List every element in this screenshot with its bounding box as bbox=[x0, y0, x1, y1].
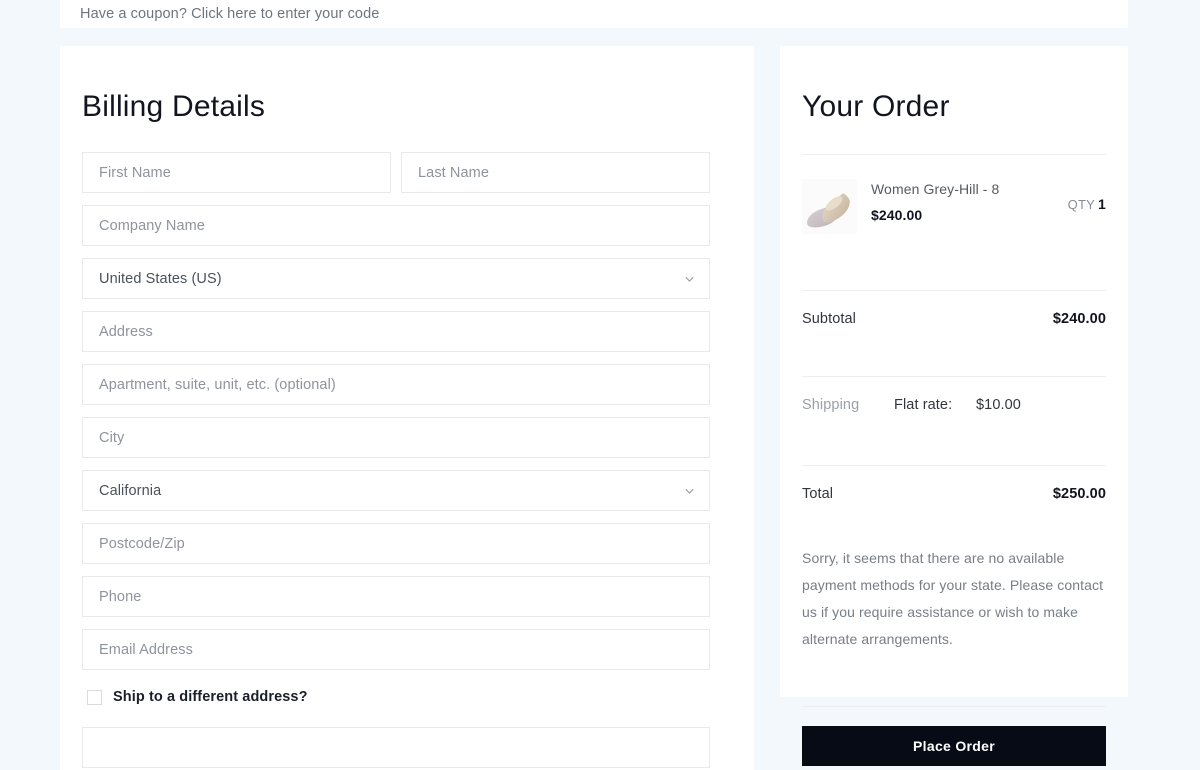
phone-input[interactable]: Phone bbox=[82, 576, 710, 617]
first-name-input[interactable]: First Name bbox=[82, 152, 391, 193]
product-price: $240.00 bbox=[871, 207, 923, 223]
email-input[interactable]: Email Address bbox=[82, 629, 710, 670]
order-summary-card: Your Order Women Grey-Hill - 8 $240.00 Q… bbox=[780, 46, 1128, 766]
billing-title: Billing Details bbox=[82, 90, 266, 123]
place-order-button[interactable]: Place Order bbox=[802, 726, 1106, 766]
ship-different-address-label: Ship to a different address? bbox=[113, 689, 308, 705]
country-field-row: United States (US) bbox=[82, 258, 710, 299]
first-name-placeholder: First Name bbox=[99, 164, 171, 181]
state-field-row: California bbox=[82, 470, 710, 511]
total-row: Total $250.00 bbox=[802, 466, 1106, 521]
product-quantity: QTY 1 bbox=[1068, 179, 1106, 212]
company-name-input[interactable]: Company Name bbox=[82, 205, 710, 246]
subtotal-label: Subtotal bbox=[802, 311, 857, 327]
apartment-placeholder: Apartment, suite, unit, etc. (optional) bbox=[99, 376, 336, 393]
chevron-down-icon bbox=[684, 273, 695, 284]
shipping-label: Shipping bbox=[802, 397, 860, 413]
state-select-value: California bbox=[99, 482, 162, 499]
product-thumbnail bbox=[802, 179, 857, 234]
subtotal-value: $240.00 bbox=[1052, 311, 1106, 327]
shipping-first-name-input[interactable] bbox=[82, 727, 710, 768]
address-placeholder: Address bbox=[99, 323, 153, 340]
billing-details-card: Billing Details First Name Last Name Com… bbox=[60, 46, 754, 770]
postcode-field-row: Postcode/Zip bbox=[82, 523, 710, 564]
last-name-placeholder: Last Name bbox=[418, 164, 490, 181]
address-input[interactable]: Address bbox=[82, 311, 710, 352]
email-placeholder: Email Address bbox=[99, 641, 193, 658]
checkout-page: Have a coupon? Click here to enter your … bbox=[0, 0, 1200, 770]
quantity-label: QTY bbox=[1067, 197, 1095, 212]
company-field-row: Company Name bbox=[82, 205, 710, 246]
shipping-first-field-row bbox=[82, 727, 710, 768]
place-order-wrap: Place Order bbox=[802, 707, 1106, 766]
postcode-placeholder: Postcode/Zip bbox=[99, 535, 185, 552]
company-name-placeholder: Company Name bbox=[99, 217, 205, 234]
email-field-row: Email Address bbox=[82, 629, 710, 670]
shipping-amount: $10.00 bbox=[976, 397, 1021, 413]
last-name-input[interactable]: Last Name bbox=[401, 152, 710, 193]
coupon-link[interactable]: Have a coupon? Click here to enter your … bbox=[80, 6, 379, 22]
city-input[interactable]: City bbox=[82, 417, 710, 458]
coupon-card: Have a coupon? Click here to enter your … bbox=[60, 0, 1128, 28]
subtotal-row: Subtotal $240.00 bbox=[802, 291, 1106, 346]
address2-field-row: Apartment, suite, unit, etc. (optional) bbox=[82, 364, 710, 405]
total-value: $250.00 bbox=[1052, 486, 1106, 502]
country-select[interactable]: United States (US) bbox=[82, 258, 710, 299]
state-select[interactable]: California bbox=[82, 470, 710, 511]
apartment-input[interactable]: Apartment, suite, unit, etc. (optional) bbox=[82, 364, 710, 405]
phone-placeholder: Phone bbox=[99, 588, 142, 605]
address-field-row: Address bbox=[82, 311, 710, 352]
total-label: Total bbox=[802, 486, 834, 502]
payment-unavailable-notice: Sorry, it seems that there are no availa… bbox=[802, 550, 1104, 647]
quantity-value: 1 bbox=[1098, 196, 1106, 212]
postcode-input[interactable]: Postcode/Zip bbox=[82, 523, 710, 564]
chevron-down-icon bbox=[684, 485, 695, 496]
product-name[interactable]: Women Grey-Hill - 8 bbox=[871, 181, 1068, 197]
shipping-method-label[interactable]: Flat rate: bbox=[894, 397, 976, 413]
order-title: Your Order bbox=[802, 90, 950, 123]
product-info: Women Grey-Hill - 8 $240.00 bbox=[857, 179, 1068, 223]
country-select-value: United States (US) bbox=[99, 270, 222, 287]
phone-field-row: Phone bbox=[82, 576, 710, 617]
name-field-row: First Name Last Name bbox=[82, 152, 710, 193]
city-field-row: City bbox=[82, 417, 710, 458]
shipping-row: Shipping Flat rate: $10.00 bbox=[802, 377, 1106, 435]
order-item-row: Women Grey-Hill - 8 $240.00 QTY 1 bbox=[802, 155, 1106, 260]
city-placeholder: City bbox=[99, 429, 125, 446]
ship-different-address-row[interactable]: Ship to a different address? bbox=[87, 689, 710, 705]
ship-different-address-checkbox[interactable] bbox=[87, 689, 102, 705]
